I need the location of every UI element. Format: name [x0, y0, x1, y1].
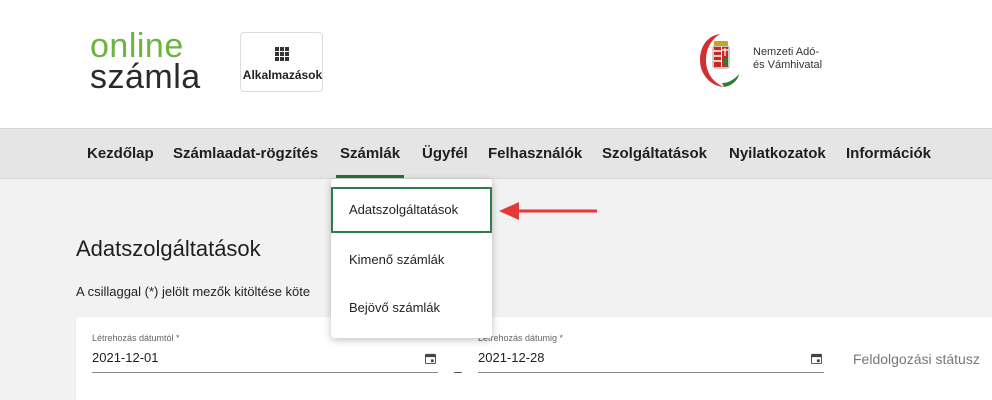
required-fields-hint: A csillaggal (*) jelölt mezők kitöltése … [76, 284, 311, 299]
calendar-icon[interactable] [811, 353, 822, 364]
nav-szolgaltatasok[interactable]: Szolgáltatások [602, 129, 707, 178]
nav-informaciok[interactable]: Információk [846, 129, 931, 178]
red-arrow-annotation [499, 202, 597, 220]
apps-button-label: Alkalmazások [242, 68, 323, 82]
nav-crest-icon[interactable] [698, 30, 740, 90]
online-szamla-logo[interactable]: online számla [90, 29, 230, 96]
agency-name-line-1: Nemzeti Adó- [753, 46, 820, 58]
nav-felhasznalok[interactable]: Felhasználók [488, 129, 582, 178]
processing-status-placeholder: Feldolgozási státusz [853, 351, 980, 367]
nav-nyilatkozatok[interactable]: Nyilatkozatok [729, 129, 826, 178]
date-from-value: 2021-12-01 [92, 350, 159, 365]
szamlak-dropdown-menu: Adatszolgáltatások Kimenő számlák Bejövő… [331, 179, 492, 338]
dropdown-item-bejovo-szamlak[interactable]: Bejövő számlák [331, 285, 492, 331]
date-from-field[interactable]: Létrehozás dátumtól * 2021-12-01 [92, 333, 438, 373]
logo-line-2: számla [90, 58, 201, 96]
processing-status-select[interactable]: Feldolgozási státusz [853, 349, 992, 373]
nav-szamlak[interactable]: Számlák [335, 129, 405, 178]
agency-name-line-2: és Vámhivatal [753, 59, 823, 71]
nav-kezdolap[interactable]: Kezdőlap [87, 129, 154, 178]
date-to-field[interactable]: Létrehozás dátumig * 2021-12-28 [478, 333, 824, 373]
apps-button[interactable]: Alkalmazások [240, 32, 323, 92]
dropdown-item-kimeno-szamlak[interactable]: Kimenő számlák [331, 237, 492, 283]
calendar-icon[interactable] [425, 353, 436, 364]
date-to-value: 2021-12-28 [478, 350, 545, 365]
app-header: online számla Alkalmazások Nemzeti Adó- … [0, 0, 992, 128]
range-separator: – [454, 363, 462, 379]
dropdown-item-adatszolgaltatasok[interactable]: Adatszolgáltatások [331, 187, 492, 233]
main-navbar: Kezdőlap Számlaadat-rögzítés Számlák Ügy… [0, 128, 992, 179]
page-title: Adatszolgáltatások [76, 236, 261, 261]
apps-grid-icon [275, 47, 289, 61]
nav-ugyfel[interactable]: Ügyfél [422, 129, 468, 178]
date-from-label: Létrehozás dátumtól * [92, 333, 180, 343]
agency-name: Nemzeti Adó- és Vámhivatal [753, 46, 822, 72]
nav-szamlaadat-rogzites[interactable]: Számlaadat-rögzítés [173, 129, 318, 178]
